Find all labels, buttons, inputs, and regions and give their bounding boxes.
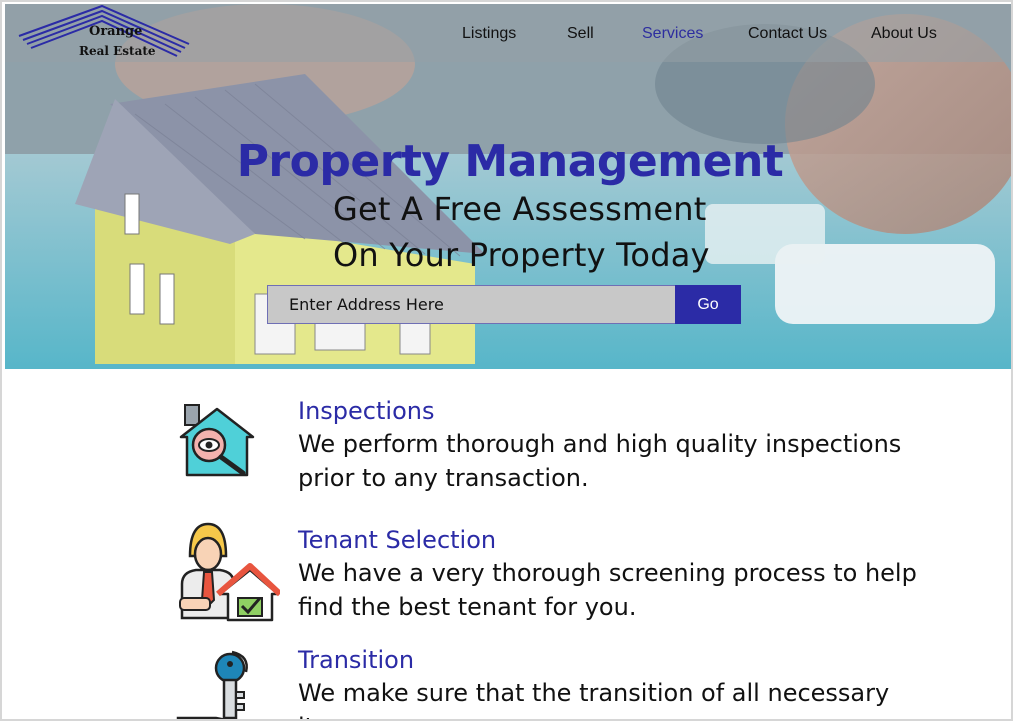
hero-title: Property Management — [236, 136, 784, 187]
page-frame: Orange Real Estate Listings Sell Service… — [0, 0, 1013, 721]
service-title: Transition — [298, 646, 415, 674]
hero-subtitle-line2: On Your Property Today — [333, 236, 710, 274]
service-title: Tenant Selection — [298, 526, 497, 554]
nav-about-us[interactable]: About Us — [871, 25, 937, 43]
nav-services[interactable]: Services — [642, 25, 703, 43]
brand-name-line2: Real Estate — [79, 44, 156, 58]
service-description: We make sure that the transition of all … — [298, 679, 890, 719]
house-inspection-icon — [179, 404, 255, 477]
go-button[interactable]: Go — [675, 285, 741, 324]
nav-sell[interactable]: Sell — [567, 25, 594, 43]
service-description: We have a very thorough screening proces… — [298, 559, 917, 621]
hero-banner: Orange Real Estate Listings Sell Service… — [5, 4, 1011, 369]
nav-contact-us[interactable]: Contact Us — [748, 25, 827, 43]
service-title: Inspections — [298, 397, 435, 425]
top-navbar: Orange Real Estate Listings Sell Service… — [5, 4, 1011, 62]
tenant-agent-icon — [179, 522, 280, 622]
brand-logo[interactable]: Orange Real Estate — [17, 4, 192, 62]
nav-listings[interactable]: Listings — [462, 25, 516, 43]
address-search-input[interactable] — [267, 285, 677, 324]
service-description: We perform thorough and high quality ins… — [298, 430, 902, 492]
key-hand-icon — [176, 650, 248, 719]
brand-name-line1: Orange — [89, 24, 143, 39]
hero-subtitle-line1: Get A Free Assessment — [333, 190, 707, 228]
